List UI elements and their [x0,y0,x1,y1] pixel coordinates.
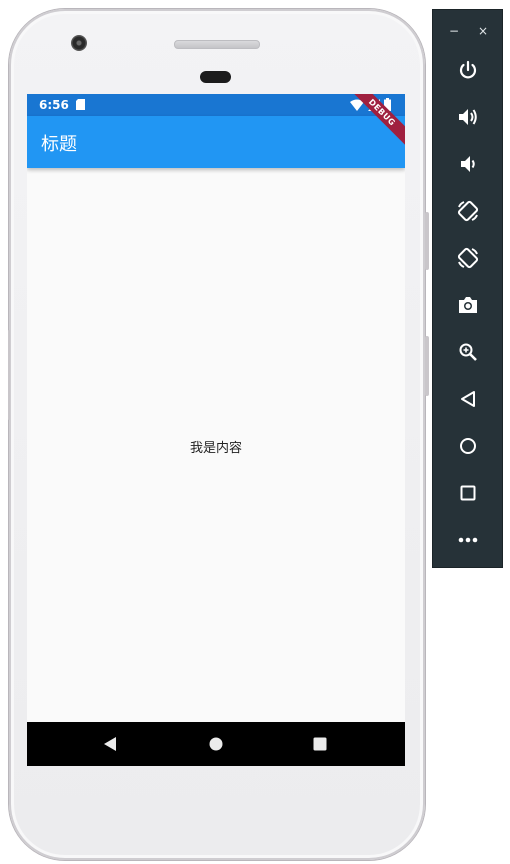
nav-back-button[interactable] [88,722,132,766]
earpiece-speaker [174,40,260,49]
status-bar: 6:56 [27,94,405,116]
emulator-home-button[interactable] [454,432,482,460]
volume-up-icon [459,109,477,125]
volume-down-icon [461,156,475,172]
navigation-bar [27,722,405,766]
screenshot-button[interactable] [454,291,482,319]
rotate-left-icon [457,200,479,222]
recents-icon [313,737,327,751]
status-time: 6:56 [39,98,69,112]
overview-icon [460,485,476,501]
emulator-back-button[interactable] [454,385,482,413]
nav-recents-button[interactable] [298,722,342,766]
back-icon [104,737,116,751]
app-bar: 标题 [27,116,405,168]
phone-side-button-bottom [425,336,429,396]
page-title: 标题 [41,134,77,155]
emulator-overview-button[interactable] [454,479,482,507]
sd-card-icon [76,99,85,110]
power-icon [459,60,477,79]
power-button[interactable] [454,56,482,84]
zoom-icon [459,343,477,361]
proximity-sensor [200,71,231,83]
rotate-left-button[interactable] [454,197,482,225]
volume-up-button[interactable] [454,103,482,131]
minimize-button[interactable]: − [449,24,459,38]
rotate-right-button[interactable] [454,244,482,272]
back-icon [461,391,475,407]
emulator-control-panel: − × [432,9,503,568]
device-screen: 6:56 标题 DEBUG 我是内容 [27,94,405,766]
close-button[interactable]: × [478,24,488,38]
volume-down-button[interactable] [454,150,482,178]
content-text: 我是内容 [189,441,242,456]
front-camera [71,35,87,51]
nav-home-button[interactable] [194,722,238,766]
home-icon [209,737,223,751]
phone-side-button-top [425,212,429,270]
more-options-button[interactable] [454,526,482,554]
more-icon [458,537,478,543]
panel-window-controls: − × [433,24,504,40]
phone-side-button-left [8,330,10,420]
camera-icon [459,297,477,313]
rotate-right-icon [457,247,479,269]
home-icon [460,438,476,454]
zoom-button[interactable] [454,338,482,366]
